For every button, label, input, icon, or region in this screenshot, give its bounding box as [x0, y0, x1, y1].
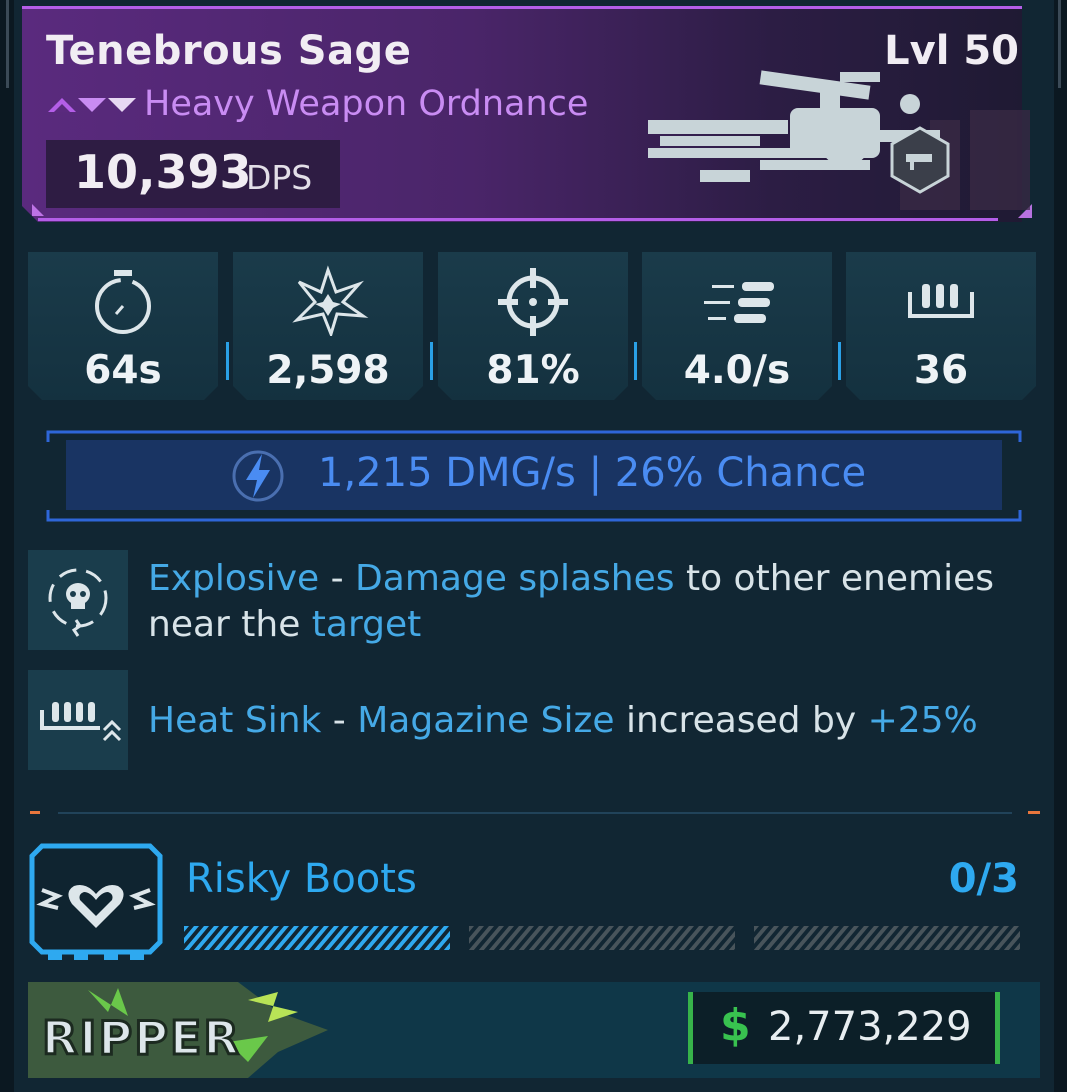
header-corner-left: [32, 204, 44, 216]
set-name: Risky Boots: [186, 856, 417, 902]
stat-value: 36: [913, 348, 969, 393]
set-progress-segment: [184, 926, 450, 950]
perk-highlight: Damage splashes: [355, 558, 675, 599]
perk-description: Heat Sink - Magazine Size increased by +…: [148, 698, 1028, 744]
reload-timer-icon: [28, 262, 218, 336]
ripper-brand-logo: RIPPER: [28, 982, 328, 1078]
explosive-skull-icon: [48, 568, 108, 637]
stat-value: 2,598: [266, 348, 390, 393]
divider-accent-left: [30, 811, 40, 814]
perk-description: Explosive - Damage splashes to other ene…: [148, 556, 1028, 648]
header-rarity-line: [22, 6, 1022, 9]
svg-text:RIPPER: RIPPER: [42, 1011, 241, 1065]
crosshair-accuracy-icon: [438, 262, 628, 336]
perk-name: Explosive: [148, 558, 320, 599]
stat-accuracy: 81%: [438, 252, 628, 400]
weapon-name: Tenebrous Sage: [46, 28, 412, 74]
damage-burst-icon: [233, 262, 423, 336]
stat-reload-time: 64s: [28, 252, 218, 400]
stat-fire-rate: 4.0/s: [642, 252, 832, 400]
stat-divider: [838, 342, 841, 380]
set-progress-count: 0/3: [948, 856, 1019, 902]
perk-icon-box: [28, 670, 128, 770]
price-edge-left: [688, 992, 693, 1064]
perk-highlight: target: [311, 604, 422, 645]
shock-lightning-icon: [232, 450, 284, 502]
set-progress-segment: [469, 926, 735, 950]
stat-value: 4.0/s: [683, 348, 791, 393]
stat-value: 64s: [84, 348, 162, 393]
rarity-chevrons-icon: [48, 98, 136, 112]
fire-rate-bullets-icon: [642, 262, 832, 336]
stat-divider: [226, 342, 229, 380]
dps-value: 10,393: [74, 145, 252, 199]
perk-sep: -: [319, 558, 356, 599]
perk-highlight: Magazine Size: [357, 700, 615, 741]
weapon-type: Heavy Weapon Ordnance: [144, 84, 589, 124]
price-edge-right: [995, 992, 1000, 1064]
perk-sep: -: [321, 700, 358, 741]
magazine-icon: [846, 262, 1036, 336]
set-progress-segment: [754, 926, 1020, 950]
stat-damage: 2,598: [233, 252, 423, 400]
magazine-upgrade-icon: [40, 702, 122, 742]
rocket-launcher-weapon-image: [648, 70, 1030, 210]
price-value: 2,773,229: [768, 1004, 972, 1050]
perk-icon-box: [28, 550, 128, 650]
right-frame: [1054, 0, 1067, 1092]
perk-highlight: +25%: [867, 700, 978, 741]
stat-magazine: 36: [846, 252, 1036, 400]
left-frame: [0, 0, 14, 1092]
section-divider: [58, 812, 1012, 814]
dps-unit: DPS: [246, 158, 313, 197]
weapon-level: Lvl 50: [884, 28, 1019, 74]
perk-text: increased by: [614, 700, 868, 741]
stat-divider: [634, 342, 637, 380]
winged-heart-icon: [29, 843, 163, 960]
stat-value: 81%: [486, 348, 580, 393]
stat-divider: [430, 342, 433, 380]
perk-name: Heat Sink: [148, 700, 322, 741]
cash-icon: $: [720, 1000, 751, 1051]
elemental-text: 1,215 DMG/s | 26% Chance: [318, 450, 867, 496]
divider-accent-right: [1028, 811, 1040, 814]
